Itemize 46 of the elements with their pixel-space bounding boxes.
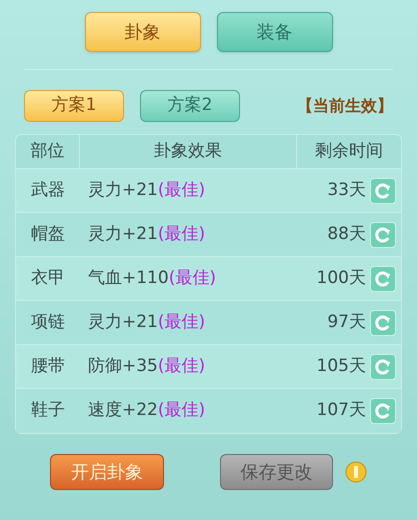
effect-cell-text: 防御+35	[88, 354, 158, 378]
effect-cell-text: 速度+22	[88, 399, 158, 422]
best-tag: (最佳)	[158, 310, 206, 336]
info-icon[interactable]	[345, 461, 367, 483]
time-cell-text: 100天	[316, 266, 367, 290]
best-tag: (最佳)	[158, 354, 206, 380]
slot-cell-text: 衣甲	[30, 266, 66, 290]
time-cell-text: 105天	[316, 354, 367, 378]
refresh-icon	[374, 226, 392, 244]
refresh-icon	[374, 402, 392, 420]
slot-cell-text: 帽盔	[30, 222, 66, 246]
best-tag: (最佳)	[158, 178, 206, 204]
refresh-button[interactable]	[370, 310, 396, 336]
slot-cell-text: 武器	[30, 178, 66, 202]
refresh-button[interactable]	[370, 222, 396, 248]
slot-cell-text: 腰带	[30, 354, 66, 378]
open-button[interactable]: 开启卦象	[50, 454, 164, 490]
plan-tab[interactable]: 方案2	[140, 90, 240, 122]
slot-cell-text: 鞋子	[30, 399, 66, 422]
refresh-icon	[374, 182, 392, 200]
refresh-icon	[374, 358, 392, 376]
column-header: 卦象效果	[154, 140, 222, 163]
effect-cell-text: 灵力+21	[88, 222, 158, 246]
effect-cell-text: 灵力+21	[88, 178, 158, 202]
slot-cell-text: 项链	[30, 310, 66, 334]
tab[interactable]: 卦象	[84, 12, 200, 52]
refresh-icon	[374, 270, 392, 288]
time-cell-text: 97天	[327, 310, 367, 334]
refresh-button[interactable]	[370, 398, 396, 424]
refresh-button[interactable]	[370, 178, 396, 204]
best-tag: (最佳)	[168, 266, 216, 292]
refresh-button[interactable]	[370, 354, 396, 380]
best-tag: (最佳)	[158, 398, 206, 424]
refresh-icon	[374, 314, 392, 332]
effect-cell-text: 气血+110	[88, 266, 169, 290]
time-cell-text: 33天	[327, 178, 367, 202]
column-header: 剩余时间	[315, 140, 383, 163]
refresh-button[interactable]	[370, 266, 396, 292]
time-cell-text: 107天	[316, 399, 367, 422]
plan-status: 【当前生效】	[297, 95, 393, 117]
plan-tab[interactable]: 方案1	[24, 90, 124, 122]
time-cell-text: 88天	[327, 222, 367, 246]
tab[interactable]: 装备	[216, 12, 332, 52]
best-tag: (最佳)	[158, 222, 206, 248]
column-header: 部位	[30, 140, 64, 163]
effect-cell-text: 灵力+21	[88, 310, 158, 334]
